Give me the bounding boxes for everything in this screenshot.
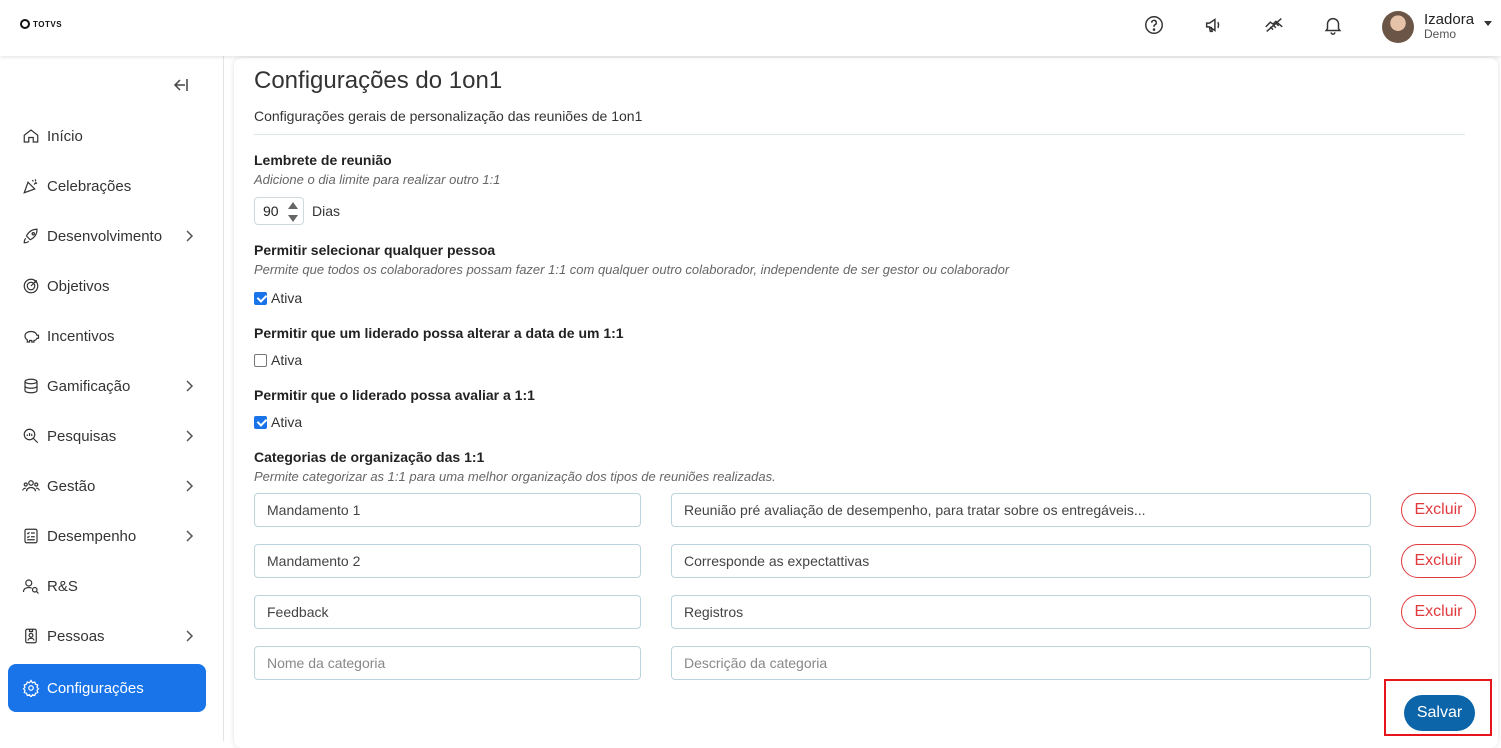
checkbox-label: Ativa [271, 352, 303, 368]
search-chart-icon [23, 428, 39, 444]
sidebar-item-label: Gamificação [47, 377, 131, 395]
checklist-icon [24, 528, 38, 544]
page-subtitle: Configurações gerais de personalização d… [254, 108, 643, 124]
divider [254, 134, 1465, 135]
user-subtitle: Demo [1424, 27, 1457, 41]
checkbox-unchecked[interactable] [254, 353, 267, 367]
rocket-icon [23, 228, 38, 244]
home-icon [23, 129, 39, 143]
chevron-right-icon [186, 480, 194, 492]
sidebar-item-label: Início [47, 127, 83, 145]
sidebar-item-objetivos[interactable]: Objetivos [8, 262, 206, 310]
toggle-any-person-title: Permitir selecionar qualquer pessoa [254, 242, 496, 258]
settings-card [234, 58, 1498, 748]
target-icon [23, 278, 39, 294]
toggle-evaluate-checkbox[interactable]: Ativa [254, 414, 302, 430]
sidebar-item-gamificacao[interactable]: Gamificação [8, 362, 206, 410]
sidebar-item-label: Objetivos [47, 277, 110, 295]
chevron-right-icon [186, 430, 194, 442]
sidebar-item-desenvolvimento[interactable]: Desenvolvimento [8, 212, 206, 260]
sidebar-item-label: Desempenho [47, 527, 137, 545]
logo-text: TOTVS [33, 19, 63, 29]
sidebar-item-label: Desenvolvimento [47, 227, 163, 245]
page-title: Configurações do 1on1 [254, 67, 503, 94]
sidebar-item-label: Celebrações [47, 177, 132, 195]
chevron-right-icon [186, 380, 194, 392]
reminder-days-stepper[interactable]: 90 [254, 197, 304, 225]
totvs-logo[interactable]: TOTVS [20, 19, 62, 29]
delete-category-button[interactable]: Excluir [1401, 493, 1476, 527]
coins-icon [24, 378, 38, 394]
toggle-change-date-title: Permitir que um liderado possa alterar a… [254, 325, 624, 341]
reminder-description: Adicione o dia limite para realizar outr… [254, 172, 501, 187]
category-name-input[interactable]: Mandamento 1 [254, 493, 641, 527]
category-description-input[interactable]: Registros [671, 595, 1371, 629]
reminder-title: Lembrete de reunião [254, 152, 392, 168]
reminder-days-value: 90 [263, 203, 279, 219]
chevron-right-icon [186, 530, 194, 542]
sidebar-item-desempenho[interactable]: Desempenho [8, 512, 206, 560]
checkbox-checked[interactable] [254, 415, 267, 429]
new-category-description-input[interactable]: Descrição da categoria [671, 646, 1371, 680]
stepper-arrows-icon[interactable] [288, 202, 298, 222]
chevron-right-icon [186, 630, 194, 642]
sidebar-item-pesquisas[interactable]: Pesquisas [8, 412, 206, 460]
sidebar-item-incentivos[interactable]: Incentivos [8, 312, 206, 360]
toggle-any-person-description: Permite que todos os colaboradores possa… [254, 262, 1010, 277]
sidebar-item-label: R&S [47, 577, 78, 595]
user-name: Izadora [1424, 11, 1475, 28]
checkbox-label: Ativa [271, 414, 303, 430]
categories-title: Categorias de organização das 1:1 [254, 449, 485, 465]
top-bar: TOTVS Izadora Demo [0, 0, 1501, 56]
piggy-bank-icon [24, 330, 40, 343]
sidebar-item-label: Gestão [47, 477, 96, 495]
handshake-icon[interactable] [1263, 14, 1285, 36]
user-menu[interactable]: Izadora Demo [1382, 11, 1493, 43]
sidebar-item-rs[interactable]: R&S [8, 562, 206, 610]
categories-description: Permite categorizar as 1:1 para uma melh… [254, 469, 776, 484]
help-icon[interactable] [1143, 14, 1165, 36]
category-name-input[interactable]: Feedback [254, 595, 641, 629]
sidebar-item-celebracoes[interactable]: Celebrações [8, 162, 206, 210]
party-popper-icon [23, 179, 38, 194]
sidebar-item-label: Pessoas [47, 627, 105, 645]
gear-icon [22, 679, 40, 697]
sidebar-item-configuracoes[interactable]: Configurações [8, 664, 206, 712]
toggle-evaluate-title: Permitir que o liderado possa avaliar a … [254, 387, 535, 403]
sidebar-item-label: Pesquisas [47, 427, 117, 445]
sidebar-item-gestao[interactable]: Gestão [8, 462, 206, 510]
avatar[interactable] [1382, 11, 1414, 43]
category-description-input[interactable]: Corresponde as expectattivas [671, 544, 1371, 578]
sidebar-item-label: Configurações [47, 679, 144, 697]
caret-down-icon[interactable] [1484, 20, 1493, 26]
delete-category-button[interactable]: Excluir [1401, 595, 1476, 629]
checkbox-checked[interactable] [254, 291, 267, 305]
checkbox-label: Ativa [271, 290, 303, 306]
sidebar-item-label: Incentivos [47, 327, 115, 345]
logo-mark-icon [20, 19, 30, 29]
sidebar-item-pessoas[interactable]: Pessoas [8, 612, 206, 660]
megaphone-icon[interactable] [1203, 14, 1225, 36]
highlight-box [1384, 679, 1492, 736]
category-description-input[interactable]: Reunião pré avaliação de desempenho, par… [671, 493, 1371, 527]
sidebar-item-inicio[interactable]: Início [8, 112, 206, 160]
user-search-icon [22, 579, 39, 594]
reminder-unit: Dias [312, 203, 341, 219]
bell-icon[interactable] [1322, 14, 1344, 36]
toggle-change-date-checkbox[interactable]: Ativa [254, 352, 302, 368]
users-group-icon [22, 480, 40, 492]
toggle-any-person-checkbox[interactable]: Ativa [254, 290, 302, 306]
category-name-input[interactable]: Mandamento 2 [254, 544, 641, 578]
id-badge-icon [25, 628, 37, 644]
delete-category-button[interactable]: Excluir [1401, 544, 1476, 578]
chevron-right-icon [186, 230, 194, 242]
collapse-sidebar-icon[interactable] [173, 78, 189, 92]
new-category-name-input[interactable]: Nome da categoria [254, 646, 641, 680]
